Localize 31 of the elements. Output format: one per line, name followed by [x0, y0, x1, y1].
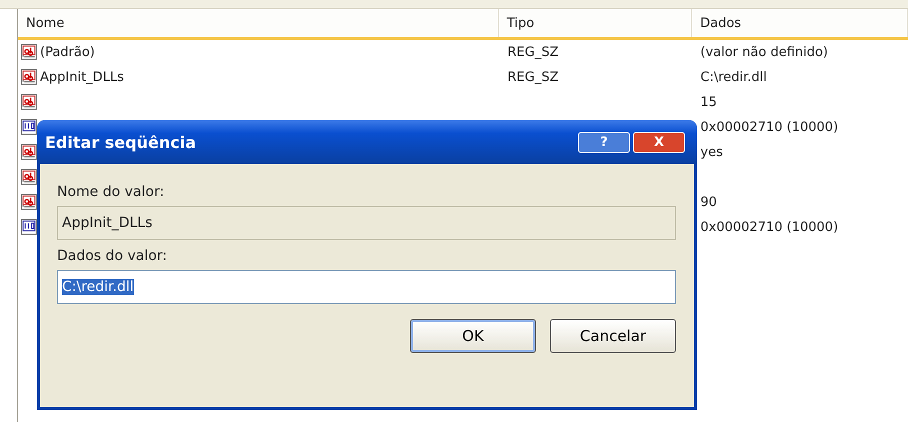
- value-data: (valor não definido): [700, 45, 828, 60]
- value-type: REG_SZ: [508, 45, 558, 60]
- value-data: 0x00002710 (10000): [700, 120, 838, 135]
- value-data: 0x00002710 (10000): [700, 220, 838, 235]
- value-name-label: Nome do valor:: [57, 184, 166, 200]
- string-value-icon: [21, 144, 38, 161]
- binary-value-icon: [21, 119, 38, 136]
- value-name[interactable]: (Padrão): [40, 45, 95, 60]
- dialog-title: Editar seqüência: [45, 132, 196, 152]
- value-type: REG_SZ: [508, 70, 558, 85]
- column-header[interactable]: Dados: [692, 9, 908, 37]
- value-name[interactable]: AppInit_DLLs: [40, 70, 124, 85]
- column-header[interactable]: Tipo: [498, 9, 692, 37]
- value-data: 90: [700, 195, 717, 210]
- value-data: 15: [700, 95, 717, 110]
- binary-value-icon: [21, 219, 38, 236]
- help-button[interactable]: ?: [578, 132, 630, 152]
- value-data: yes: [700, 145, 723, 160]
- dialog-button[interactable]: OK: [410, 319, 536, 353]
- string-value-icon: [21, 194, 38, 211]
- close-button[interactable]: X: [633, 132, 685, 152]
- value-name-field[interactable]: AppInit_DLLs: [57, 206, 676, 240]
- column-header[interactable]: Nome: [18, 9, 499, 37]
- string-value-icon: [21, 169, 38, 186]
- string-value-icon: [21, 94, 38, 111]
- value-data: C:\redir.dll: [700, 70, 767, 85]
- value-data-label: Dados do valor:: [57, 248, 168, 264]
- string-value-icon: [21, 44, 38, 61]
- string-value-icon: [21, 69, 38, 86]
- dialog-button[interactable]: Cancelar: [550, 319, 676, 353]
- value-data-field[interactable]: C:\redir.dll: [57, 270, 676, 304]
